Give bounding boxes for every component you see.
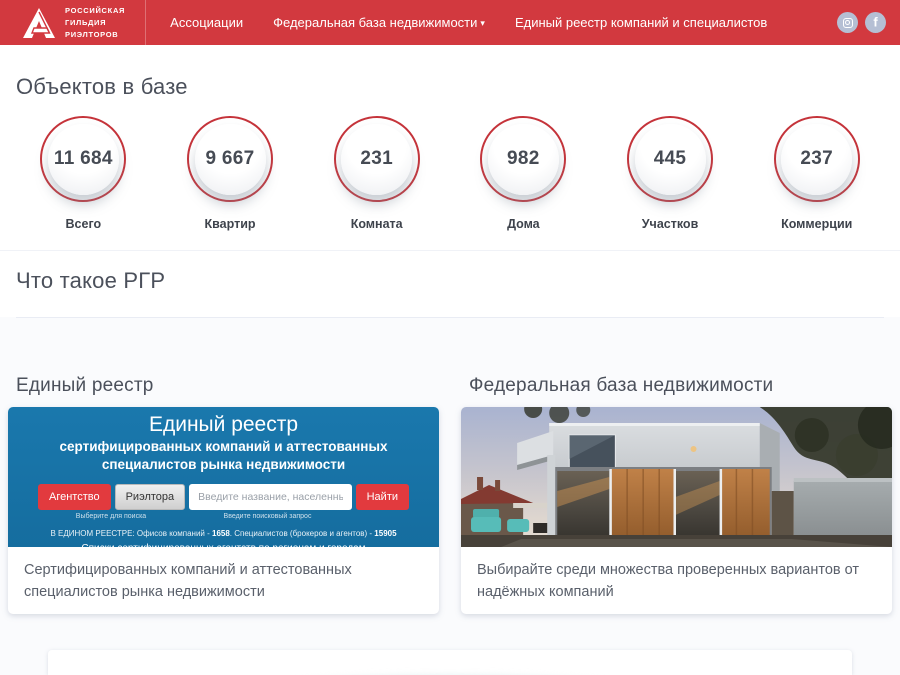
stat-circle: 237 bbox=[774, 116, 860, 202]
objects-stats-section: Объектов в базе 11 684 Всего 9 667 Кварт… bbox=[0, 45, 900, 251]
registry-caption: Сертифицированных компаний и аттестованн… bbox=[8, 547, 439, 614]
hint-choose: Выберите для поиска bbox=[38, 513, 184, 520]
stat-value: 11 684 bbox=[54, 148, 113, 170]
stat-commercial: 237 Коммерции bbox=[743, 103, 890, 231]
house-photo bbox=[461, 407, 892, 547]
about-title: Что такое РГР bbox=[16, 268, 884, 294]
stat-value: 982 bbox=[507, 148, 540, 170]
registry-counters: В ЕДИНОМ РЕЕСТРЕ: Офисов компаний - 1658… bbox=[8, 529, 439, 538]
stat-value: 237 bbox=[800, 148, 833, 170]
hint-query: Введите поисковый запрос bbox=[184, 513, 351, 520]
stat-circle: 11 684 bbox=[40, 116, 126, 202]
nav-item-registry[interactable]: Единый реестр компаний и специалистов bbox=[515, 15, 767, 30]
registry-column: Единый реестр Единый реестр сертифициров… bbox=[8, 375, 439, 614]
registry-search-row: Агентство Риэлтора Найти bbox=[8, 484, 439, 510]
stat-value: 9 667 bbox=[205, 148, 254, 170]
stats-title: Объектов в базе bbox=[16, 74, 900, 100]
agency-toggle-button[interactable]: Агентство bbox=[38, 484, 111, 510]
registry-banner: Единый реестр сертифицированных компаний… bbox=[8, 407, 439, 547]
nav-item-associations[interactable]: Ассоциации bbox=[170, 15, 243, 30]
registry-banner-subtitle: сертифицированных компаний и аттестованн… bbox=[8, 438, 439, 474]
nav-item-federal-base-label: Федеральная база недвижимости bbox=[273, 15, 477, 30]
instagram-icon bbox=[843, 18, 853, 28]
stat-value: 445 bbox=[654, 148, 687, 170]
about-section: Что такое РГР bbox=[0, 251, 900, 317]
stat-value: 231 bbox=[360, 148, 393, 170]
fedbase-card[interactable]: Выбирайте среди множества проверенных ва… bbox=[461, 407, 892, 614]
stat-total: 11 684 Всего bbox=[10, 103, 157, 231]
stat-label: Участков bbox=[642, 217, 698, 231]
stat-circle: 9 667 bbox=[187, 116, 273, 202]
stat-plots: 445 Участков bbox=[597, 103, 744, 231]
stat-circle: 982 bbox=[480, 116, 566, 202]
search-button[interactable]: Найти bbox=[356, 484, 409, 510]
main-content: Единый реестр Единый реестр сертифициров… bbox=[0, 318, 900, 675]
stat-label: Комната bbox=[351, 217, 403, 231]
instagram-button[interactable] bbox=[837, 12, 858, 33]
chevron-down-icon: ▾ bbox=[480, 18, 485, 29]
stat-label: Квартир bbox=[205, 217, 256, 231]
facebook-icon: f bbox=[873, 16, 877, 29]
stat-rooms: 231 Комната bbox=[303, 103, 450, 231]
realtor-toggle-button[interactable]: Риэлтора bbox=[115, 484, 186, 510]
social-links: f bbox=[837, 0, 900, 45]
top-navbar: РОССИЙСКАЯ ГИЛЬДИЯ РИЭЛТОРОВ Ассоциации … bbox=[0, 0, 900, 45]
map-section-card bbox=[48, 650, 852, 675]
logo[interactable]: РОССИЙСКАЯ ГИЛЬДИЯ РИЭЛТОРОВ bbox=[0, 0, 146, 45]
certified-agencies-link[interactable]: Списки сертифицированных агентств по рег… bbox=[81, 543, 365, 554]
stat-flats: 9 667 Квартир bbox=[157, 103, 304, 231]
main-nav: Ассоциации Федеральная база недвижимости… bbox=[146, 0, 767, 45]
stat-label: Всего bbox=[66, 217, 102, 231]
registry-search-input[interactable] bbox=[189, 484, 351, 510]
fedbase-section-title: Федеральная база недвижимости bbox=[469, 375, 892, 397]
stats-row: 11 684 Всего 9 667 Квартир 231 Комната 9… bbox=[0, 103, 900, 250]
rgr-logo-icon bbox=[22, 6, 56, 40]
logo-text: РОССИЙСКАЯ ГИЛЬДИЯ РИЭЛТОРОВ bbox=[65, 5, 125, 41]
stat-label: Дома bbox=[507, 217, 540, 231]
search-hints: Выберите для поиска Введите поисковый за… bbox=[8, 513, 439, 520]
registry-banner-title: Единый реестр bbox=[8, 413, 439, 437]
fedbase-caption: Выбирайте среди множества проверенных ва… bbox=[461, 547, 892, 614]
registry-card[interactable]: Единый реестр сертифицированных компаний… bbox=[8, 407, 439, 614]
nav-item-federal-base[interactable]: Федеральная база недвижимости▾ bbox=[273, 15, 485, 30]
registry-section-title: Единый реестр bbox=[16, 375, 439, 397]
russia-map-image bbox=[140, 662, 760, 675]
stat-circle: 445 bbox=[627, 116, 713, 202]
stat-houses: 982 Дома bbox=[450, 103, 597, 231]
fedbase-column: Федеральная база недвижимости bbox=[461, 375, 892, 614]
facebook-button[interactable]: f bbox=[865, 12, 886, 33]
stat-label: Коммерции bbox=[781, 217, 852, 231]
stat-circle: 231 bbox=[334, 116, 420, 202]
